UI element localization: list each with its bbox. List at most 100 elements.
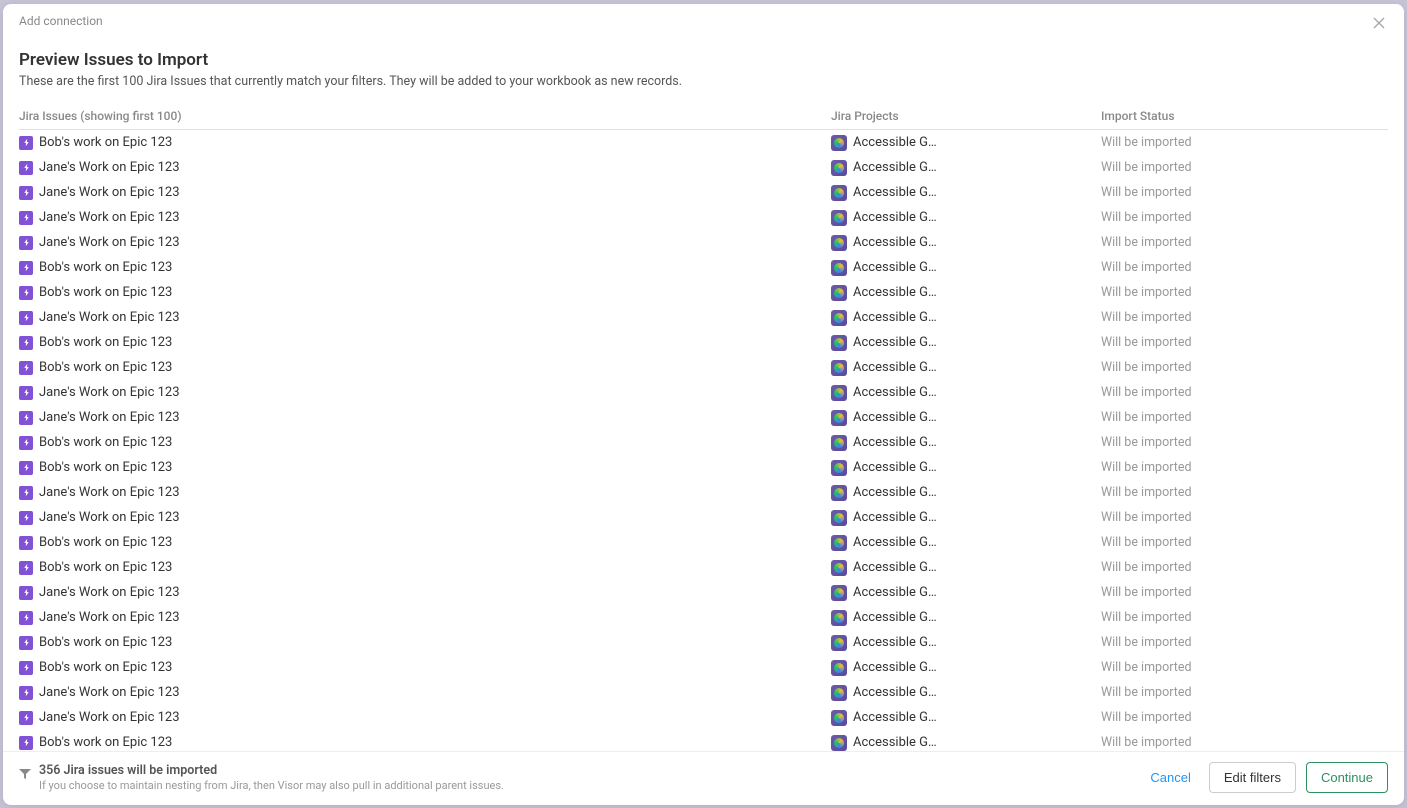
epic-icon [19, 186, 33, 200]
project-cell: Accessible Gami… [831, 335, 1101, 351]
project-icon [831, 260, 847, 276]
project-icon [831, 710, 847, 726]
project-cell: Accessible Gami… [831, 160, 1101, 176]
project-name: Accessible Gami… [853, 260, 943, 275]
continue-button[interactable]: Continue [1306, 762, 1388, 793]
table-row[interactable]: Bob's work on Epic 123Accessible Gami…Wi… [19, 355, 1388, 380]
epic-icon [19, 361, 33, 375]
issue-cell: Bob's work on Epic 123 [19, 535, 831, 550]
project-icon [831, 635, 847, 651]
project-name: Accessible Gami… [853, 660, 943, 675]
project-name: Accessible Gami… [853, 610, 943, 625]
project-name: Accessible Gami… [853, 735, 943, 750]
issue-title: Jane's Work on Epic 123 [39, 235, 180, 250]
issue-cell: Jane's Work on Epic 123 [19, 510, 831, 525]
project-cell: Accessible Gami… [831, 135, 1101, 151]
issue-cell: Jane's Work on Epic 123 [19, 235, 831, 250]
epic-icon [19, 336, 33, 350]
project-name: Accessible Gami… [853, 210, 943, 225]
project-name: Accessible Gami… [853, 160, 943, 175]
project-cell: Accessible Gami… [831, 360, 1101, 376]
issue-title: Jane's Work on Epic 123 [39, 485, 180, 500]
epic-icon [19, 411, 33, 425]
issue-title: Bob's work on Epic 123 [39, 335, 172, 350]
close-icon[interactable] [1370, 14, 1388, 36]
page-title: Preview Issues to Import [19, 50, 1388, 70]
issue-cell: Bob's work on Epic 123 [19, 135, 831, 150]
project-cell: Accessible Gami… [831, 485, 1101, 501]
import-status: Will be imported [1101, 635, 1388, 650]
issue-title: Jane's Work on Epic 123 [39, 310, 180, 325]
issue-cell: Bob's work on Epic 123 [19, 335, 831, 350]
epic-icon [19, 636, 33, 650]
section-header: Preview Issues to Import These are the f… [3, 42, 1404, 101]
issue-cell: Bob's work on Epic 123 [19, 285, 831, 300]
issue-title: Jane's Work on Epic 123 [39, 585, 180, 600]
table-row[interactable]: Jane's Work on Epic 123Accessible Gami…W… [19, 505, 1388, 530]
table-row[interactable]: Bob's work on Epic 123 Accessible Gami… Wi… [19, 255, 1388, 280]
filter-icon [19, 765, 31, 784]
table-row[interactable]: Bob's work on Epic 123Accessible Gami…Wi… [19, 730, 1388, 751]
project-cell: Accessible Gami… [831, 235, 1101, 251]
table-row[interactable]: Bob's work on Epic 123Accessible Gami…Wi… [19, 280, 1388, 305]
import-status: Will be imported [1101, 210, 1388, 225]
issue-cell: Jane's Work on Epic 123 [19, 485, 831, 500]
project-icon [831, 160, 847, 176]
epic-icon [19, 586, 33, 600]
table-body[interactable]: Bob's work on Epic 123Accessible Gami…Wi… [19, 130, 1388, 751]
table-row[interactable]: Jane's Work on Epic 123Accessible Gami…W… [19, 480, 1388, 505]
table-row[interactable]: Bob's work on Epic 123Accessible Gami…Wi… [19, 655, 1388, 680]
epic-icon [19, 286, 33, 300]
edit-filters-button[interactable]: Edit filters [1209, 762, 1296, 793]
issue-cell: Jane's Work on Epic 123 [19, 610, 831, 625]
project-name: Accessible Gami… [853, 310, 943, 325]
epic-icon [19, 536, 33, 550]
project-icon [831, 135, 847, 151]
table-row[interactable]: Bob's work on Epic 123Accessible Gami…Wi… [19, 330, 1388, 355]
epic-icon [19, 261, 33, 275]
table-row[interactable]: Jane's Work on Epic 123Accessible Gami…W… [19, 305, 1388, 330]
project-name: Accessible Gami… [853, 510, 943, 525]
table-row[interactable]: Bob's work on Epic 123Accessible Gami…Wi… [19, 555, 1388, 580]
issue-title: Bob's work on Epic 123 [39, 135, 172, 150]
project-cell: Accessible Gami… [831, 435, 1101, 451]
import-status: Will be imported [1101, 285, 1388, 300]
project-icon [831, 610, 847, 626]
table-row[interactable]: Jane's Work on Epic 123Accessible Gami…W… [19, 405, 1388, 430]
import-note-text: If you choose to maintain nesting from J… [39, 779, 504, 792]
project-icon [831, 235, 847, 251]
project-icon [831, 485, 847, 501]
table-row[interactable]: Bob's work on Epic 123Accessible Gami…Wi… [19, 530, 1388, 555]
table-row[interactable]: Jane's Work on Epic 123Accessible Gami…W… [19, 580, 1388, 605]
table-row[interactable]: Jane's Work on Epic 123Accessible Gami…W… [19, 230, 1388, 255]
project-icon [831, 335, 847, 351]
project-icon [831, 735, 847, 751]
epic-icon [19, 611, 33, 625]
table-row[interactable]: Jane's Work on Epic 123Accessible Gami…W… [19, 155, 1388, 180]
project-name: Accessible Gami… [853, 385, 943, 400]
project-icon [831, 185, 847, 201]
issue-cell: Bob's work on Epic 123 [19, 660, 831, 675]
issue-title: Bob's work on Epic 123 [39, 260, 172, 275]
import-status: Will be imported [1101, 535, 1388, 550]
table-row[interactable]: Jane's Work on Epic 123 Accessible Gami… W… [19, 380, 1388, 405]
epic-icon [19, 511, 33, 525]
table-row[interactable]: Bob's work on Epic 123Accessible Gami…Wi… [19, 130, 1388, 155]
project-cell: Accessible Gami… [831, 735, 1101, 751]
table-row[interactable]: Jane's Work on Epic 123Accessible Gami…W… [19, 605, 1388, 630]
issue-title: Bob's work on Epic 123 [39, 535, 172, 550]
footer-actions: Cancel Edit filters Continue [1142, 762, 1388, 793]
table-row[interactable]: Jane's Work on Epic 123Accessible Gami…W… [19, 680, 1388, 705]
table-row[interactable]: Bob's work on Epic 123Accessible Gami…Wi… [19, 455, 1388, 480]
table-row[interactable]: Jane's Work on Epic 123Accessible Gami…W… [19, 705, 1388, 730]
table-row[interactable]: Jane's Work on Epic 123Accessible Gami…W… [19, 180, 1388, 205]
cancel-button[interactable]: Cancel [1142, 764, 1198, 791]
issue-title: Jane's Work on Epic 123 [39, 385, 180, 400]
import-status: Will be imported [1101, 385, 1388, 400]
table-row[interactable]: Bob's work on Epic 123Accessible Gami…Wi… [19, 630, 1388, 655]
import-status: Will be imported [1101, 735, 1388, 750]
project-icon [831, 360, 847, 376]
table-row[interactable]: Jane's Work on Epic 123Accessible Gami…W… [19, 205, 1388, 230]
import-status: Will be imported [1101, 260, 1388, 275]
table-row[interactable]: Bob's work on Epic 123Accessible Gami…Wi… [19, 430, 1388, 455]
